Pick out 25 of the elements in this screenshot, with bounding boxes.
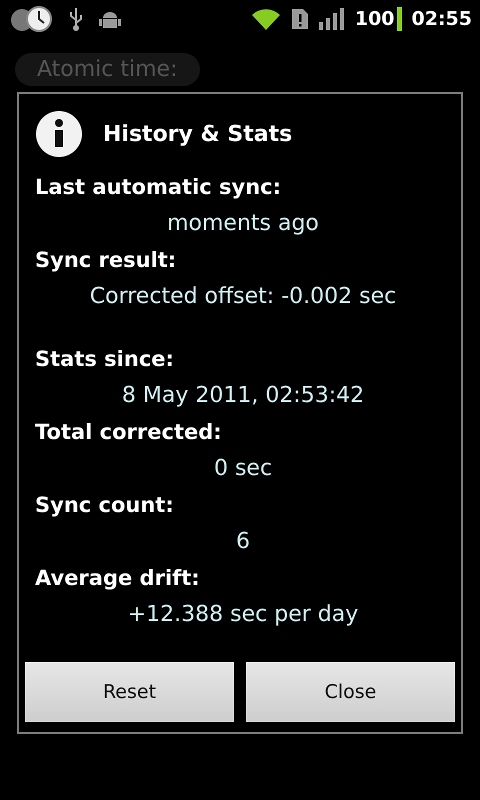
clock-time: 02:55 <box>412 8 472 30</box>
stat-value: 0 sec <box>214 456 272 481</box>
wifi-icon <box>250 7 281 31</box>
stat-value: Corrected offset: -0.002 sec <box>90 284 396 309</box>
sim-alert-icon <box>290 8 309 30</box>
battery-icon <box>396 7 402 31</box>
stat-value: 8 May 2011, 02:53:42 <box>122 383 364 408</box>
stat-label: Total corrected: <box>35 419 223 446</box>
stat-value: moments ago <box>167 211 319 236</box>
stat-label: Stats since: <box>35 346 175 373</box>
info-icon <box>35 110 83 158</box>
dialog-button[interactable]: Close <box>246 662 455 722</box>
usb-icon <box>68 6 84 32</box>
dialog-title: History & Stats <box>103 122 292 146</box>
atomic-time-label: Atomic time: <box>15 53 200 86</box>
stat-label: Last automatic sync: <box>35 174 282 201</box>
stat-label: Average drift: <box>35 565 201 592</box>
stat-value: +12.388 sec per day <box>128 602 358 627</box>
signal-icon <box>318 8 345 30</box>
stat-value: 6 <box>236 529 250 554</box>
clock-icon <box>8 5 54 33</box>
dialog-button[interactable]: Reset <box>25 662 234 722</box>
battery-level: 100 <box>354 8 395 30</box>
stat-label: Sync result: <box>35 247 178 274</box>
stat-label: Sync count: <box>35 492 175 519</box>
